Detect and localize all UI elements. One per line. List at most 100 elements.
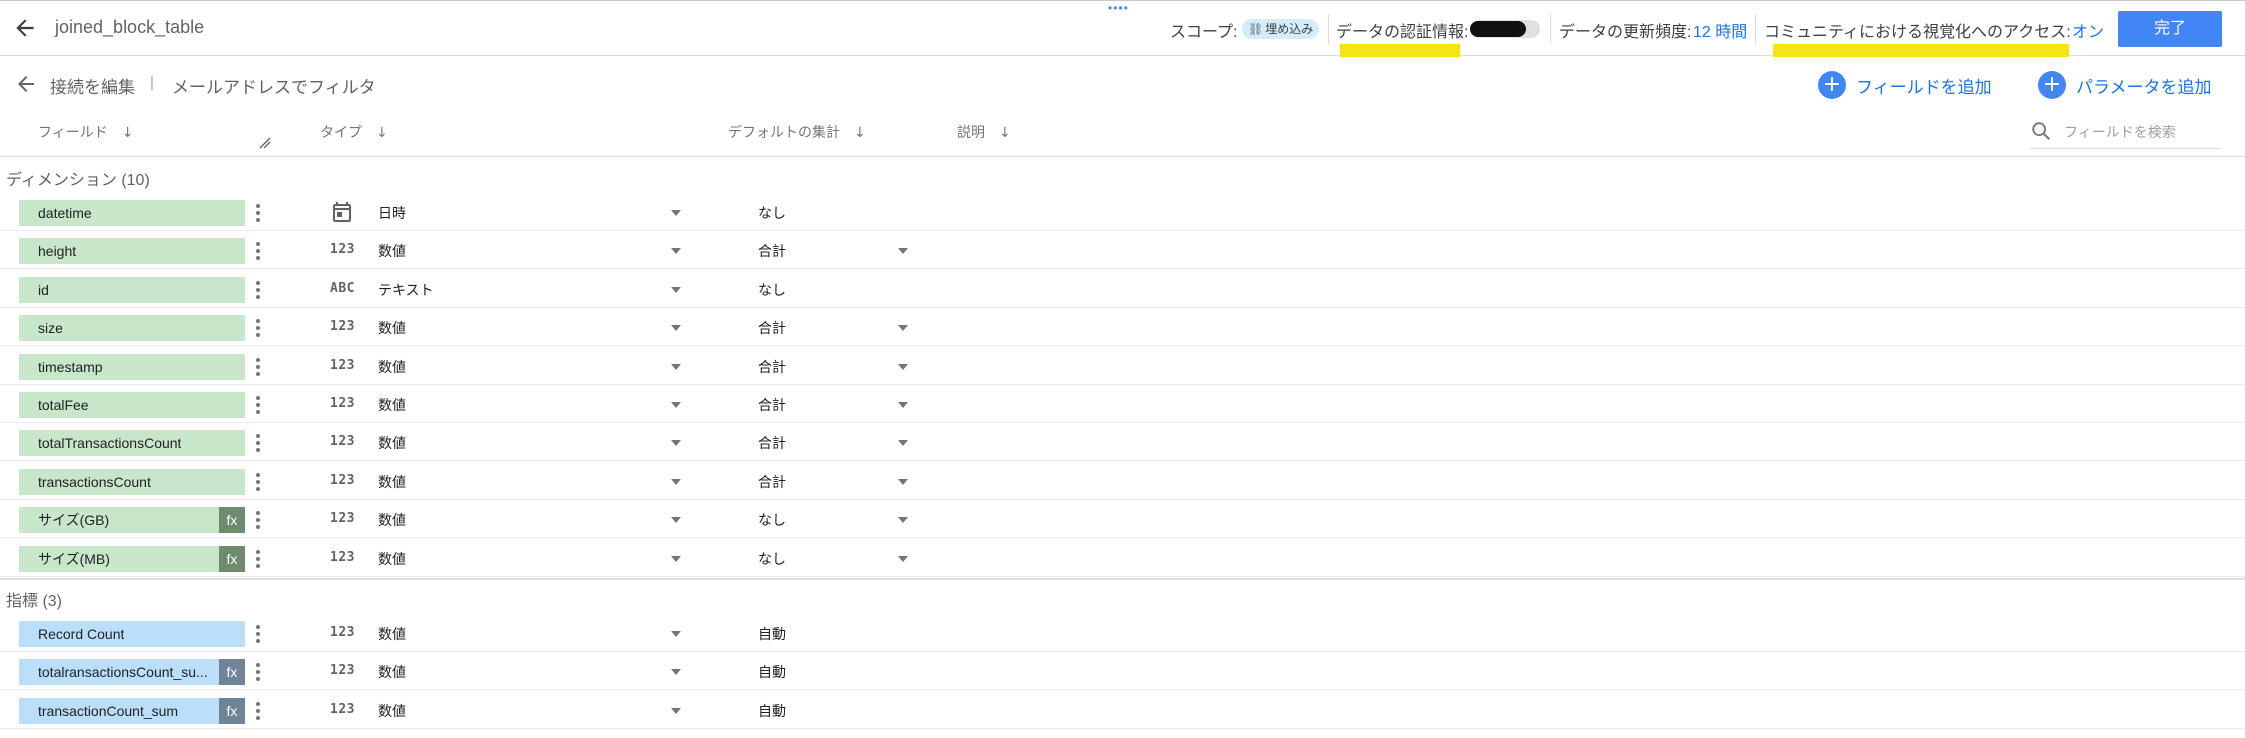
- default-aggregation[interactable]: なし: [758, 203, 786, 223]
- default-aggregation[interactable]: 自動: [758, 701, 786, 721]
- credentials-toggle[interactable]: [1470, 20, 1540, 38]
- field-search-input[interactable]: [2064, 120, 2214, 144]
- chevron-down-icon[interactable]: [897, 324, 909, 332]
- field-chip[interactable]: id: [19, 276, 245, 303]
- chevron-down-icon[interactable]: [670, 324, 682, 332]
- default-aggregation[interactable]: なし: [758, 510, 786, 530]
- chevron-down-icon[interactable]: [670, 439, 682, 447]
- more-vert-icon[interactable]: [254, 623, 262, 645]
- more-vert-icon[interactable]: [254, 548, 262, 570]
- default-aggregation[interactable]: 合計: [758, 472, 786, 492]
- field-type[interactable]: 数値: [378, 510, 406, 530]
- more-vert-icon[interactable]: [254, 279, 262, 301]
- more-vert-icon[interactable]: [254, 471, 262, 493]
- field-chip[interactable]: Record Count: [19, 621, 245, 647]
- chevron-down-icon[interactable]: [670, 516, 682, 524]
- more-vert-icon[interactable]: [254, 432, 262, 454]
- more-vert-icon[interactable]: [254, 394, 262, 416]
- default-aggregation[interactable]: 合計: [758, 318, 786, 338]
- calculated-field-fx-icon[interactable]: fx: [219, 507, 245, 534]
- column-header-description[interactable]: 説明 ↓: [957, 122, 1011, 142]
- scope-chip[interactable]: ⛓ 埋め込み: [1242, 19, 1320, 39]
- chevron-down-icon[interactable]: [670, 363, 682, 371]
- field-type[interactable]: 数値: [378, 433, 406, 453]
- field-type[interactable]: 数値: [378, 357, 406, 377]
- field-chip[interactable]: timestamp: [19, 353, 245, 380]
- chevron-down-icon[interactable]: [670, 707, 682, 715]
- column-header-type[interactable]: タイプ ↓: [320, 122, 388, 142]
- edit-connection-link[interactable]: 接続を編集: [50, 73, 135, 98]
- community-access-value-link[interactable]: オン: [2072, 18, 2104, 42]
- chevron-down-icon[interactable]: [670, 247, 682, 255]
- default-aggregation[interactable]: 自動: [758, 624, 786, 644]
- column-resize-icon[interactable]: [258, 136, 272, 150]
- field-type[interactable]: 数値: [378, 701, 406, 721]
- calculated-field-fx-icon[interactable]: fx: [219, 659, 245, 686]
- field-chip[interactable]: totalTransactionsCount: [19, 430, 245, 457]
- field-chip[interactable]: totalFee: [19, 392, 245, 418]
- field-chip[interactable]: height: [19, 238, 245, 265]
- field-type[interactable]: テキスト: [378, 280, 434, 300]
- refresh-value-link[interactable]: 12 時間: [1693, 18, 1747, 42]
- more-vert-icon[interactable]: [254, 700, 262, 722]
- divider: [1328, 14, 1329, 44]
- back-arrow-icon[interactable]: [14, 72, 38, 96]
- back-arrow-icon[interactable]: [12, 15, 38, 41]
- field-type[interactable]: 数値: [378, 241, 406, 261]
- calculated-field-fx-icon[interactable]: fx: [219, 545, 245, 572]
- default-aggregation[interactable]: 合計: [758, 357, 786, 377]
- column-header-default-aggregation[interactable]: デフォルトの集計 ↓: [728, 122, 866, 142]
- add-field-button[interactable]: + フィールドを追加: [1818, 70, 1992, 100]
- chevron-down-icon[interactable]: [897, 363, 909, 371]
- table-row: totalTransactionsCount 123 数値 合計: [0, 423, 2245, 462]
- chevron-down-icon[interactable]: [670, 401, 682, 409]
- chevron-down-icon[interactable]: [670, 630, 682, 638]
- drag-handle[interactable]: ••••: [1108, 2, 1129, 14]
- chevron-down-icon[interactable]: [670, 668, 682, 676]
- more-vert-icon[interactable]: [254, 202, 262, 224]
- more-vert-icon[interactable]: [254, 661, 262, 683]
- default-aggregation[interactable]: 合計: [758, 433, 786, 453]
- add-parameter-button[interactable]: + パラメータを追加: [2038, 70, 2212, 100]
- default-aggregation[interactable]: 合計: [758, 395, 786, 415]
- chevron-down-icon[interactable]: [897, 401, 909, 409]
- default-aggregation[interactable]: なし: [758, 280, 786, 300]
- more-vert-icon[interactable]: [254, 317, 262, 339]
- field-chip[interactable]: サイズ(GB) fx: [19, 507, 245, 534]
- chevron-down-icon[interactable]: [897, 439, 909, 447]
- field-type[interactable]: 数値: [378, 472, 406, 492]
- field-chip[interactable]: totalransactionsCount_su... fx: [19, 659, 245, 686]
- default-aggregation[interactable]: なし: [758, 549, 786, 569]
- chevron-down-icon[interactable]: [670, 286, 682, 294]
- chevron-down-icon[interactable]: [670, 555, 682, 563]
- filter-by-email-link[interactable]: メールアドレスでフィルタ: [172, 73, 376, 98]
- field-chip[interactable]: transactionsCount: [19, 468, 245, 495]
- field-chip[interactable]: datetime: [19, 200, 245, 226]
- field-chip[interactable]: サイズ(MB) fx: [19, 545, 245, 572]
- field-type[interactable]: 数値: [378, 624, 406, 644]
- default-aggregation[interactable]: 合計: [758, 241, 786, 261]
- chevron-down-icon[interactable]: [897, 516, 909, 524]
- chevron-down-icon[interactable]: [670, 209, 682, 217]
- field-type[interactable]: 数値: [378, 318, 406, 338]
- metrics-section-title: 指標 (3): [6, 593, 63, 610]
- field-chip[interactable]: transactionCount_sum fx: [19, 697, 245, 724]
- field-chip[interactable]: size: [19, 315, 245, 342]
- field-type[interactable]: 日時: [378, 203, 406, 223]
- column-header-label: フィールド: [38, 124, 108, 140]
- more-vert-icon[interactable]: [254, 240, 262, 262]
- field-type[interactable]: 数値: [378, 662, 406, 682]
- field-type[interactable]: 数値: [378, 395, 406, 415]
- chevron-down-icon[interactable]: [897, 555, 909, 563]
- more-vert-icon[interactable]: [254, 509, 262, 531]
- data-source-title[interactable]: joined_block_table: [55, 17, 204, 38]
- calculated-field-fx-icon[interactable]: fx: [219, 697, 245, 724]
- column-header-field[interactable]: フィールド ↓: [38, 122, 133, 142]
- done-button[interactable]: 完了: [2118, 11, 2222, 47]
- default-aggregation[interactable]: 自動: [758, 662, 786, 682]
- more-vert-icon[interactable]: [254, 356, 262, 378]
- chevron-down-icon[interactable]: [670, 478, 682, 486]
- chevron-down-icon[interactable]: [897, 247, 909, 255]
- chevron-down-icon[interactable]: [897, 478, 909, 486]
- field-type[interactable]: 数値: [378, 549, 406, 569]
